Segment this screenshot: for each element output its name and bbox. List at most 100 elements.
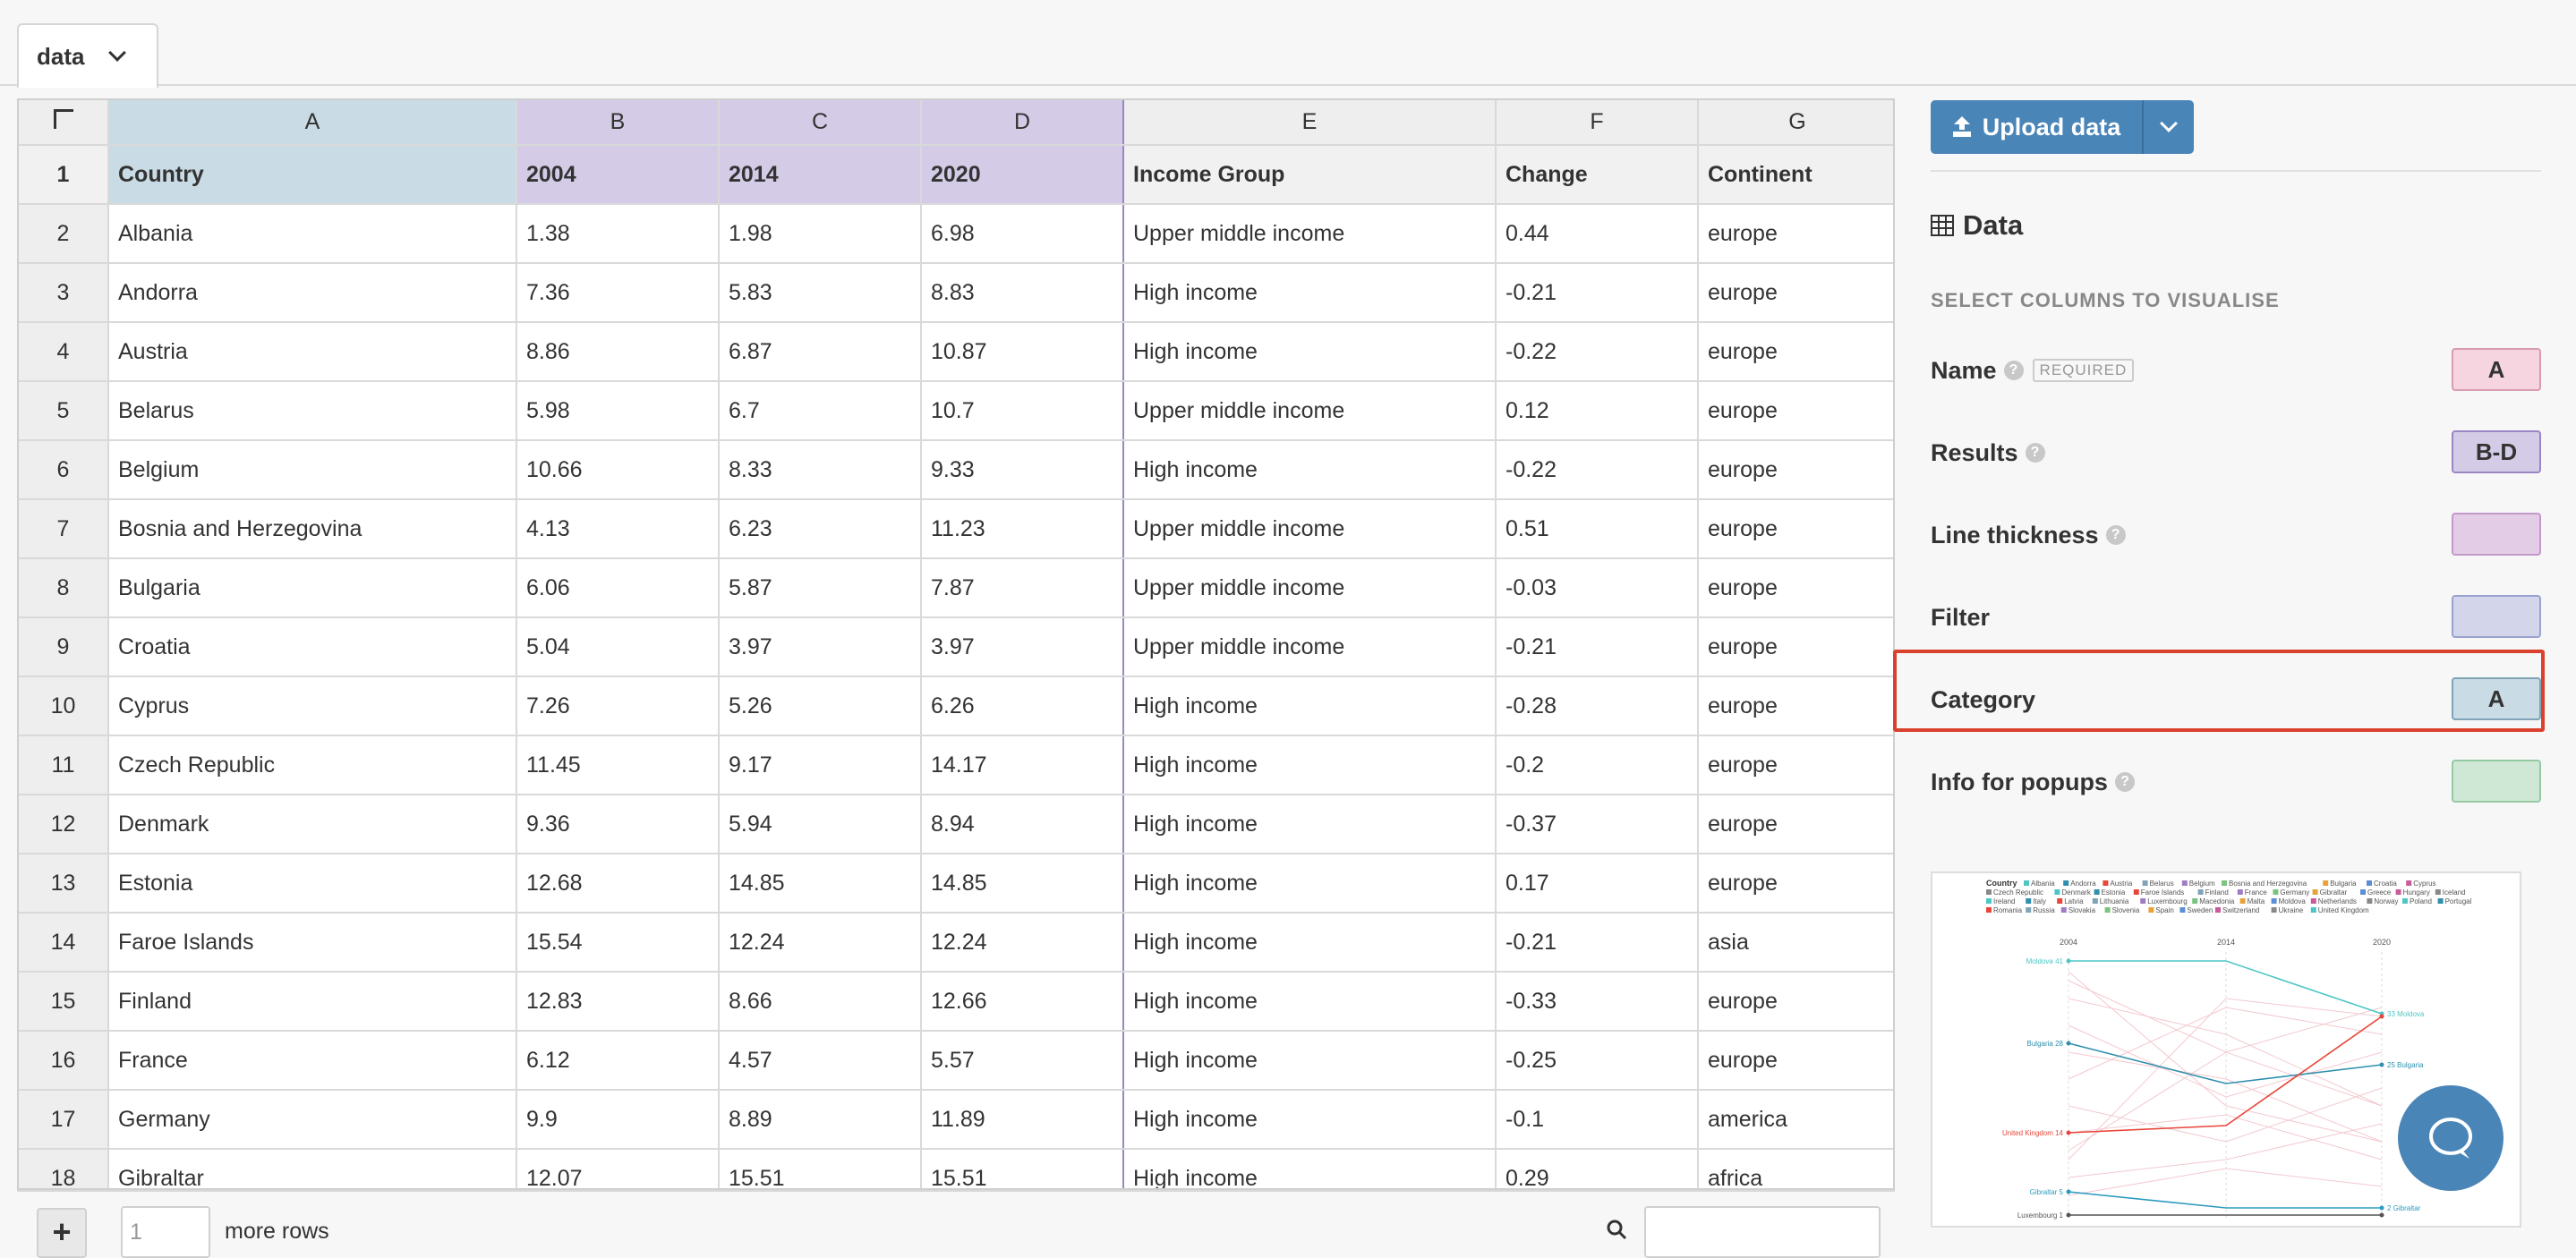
cell-y2020[interactable]: 12.24 [921,913,1124,973]
row-number[interactable]: 5 [19,381,109,441]
cell-y2020[interactable]: 15.51 [921,1149,1124,1188]
cell-change[interactable]: -0.25 [1496,1031,1699,1091]
cell-continent[interactable]: asia [1698,913,1893,973]
cell-y2004[interactable]: 15.54 [516,913,720,973]
cell-income-group[interactable]: High income [1123,854,1497,914]
upload-main[interactable]: Upload data [1931,100,2144,154]
row-number[interactable]: 15 [19,972,109,1032]
cell-income-group[interactable]: High income [1123,735,1497,795]
cell-country[interactable]: Estonia [108,854,517,914]
cell-y2014[interactable]: 9.17 [719,735,922,795]
header-cell-change[interactable]: Change [1496,145,1699,205]
cell-change[interactable]: -0.2 [1496,735,1699,795]
cell-country[interactable]: Bosnia and Herzegovina [108,499,517,559]
cell-y2004[interactable]: 10.66 [516,440,720,500]
header-cell-2020[interactable]: 2020 [921,145,1124,205]
row-number[interactable]: 8 [19,558,109,618]
column-selector[interactable] [2452,595,2541,638]
cell-continent[interactable]: europe [1698,263,1893,323]
cell-change[interactable]: -0.33 [1496,972,1699,1032]
cell-y2020[interactable]: 14.17 [921,735,1124,795]
cell-change[interactable]: -0.22 [1496,322,1699,382]
cell-income-group[interactable]: Upper middle income [1123,617,1497,677]
cell-income-group[interactable]: High income [1123,913,1497,973]
row-number[interactable]: 16 [19,1031,109,1091]
cell-continent[interactable]: europe [1698,1031,1893,1091]
cell-y2014[interactable]: 6.87 [719,322,922,382]
cell-y2014[interactable]: 8.89 [719,1090,922,1150]
cell-y2014[interactable]: 14.85 [719,854,922,914]
cell-continent[interactable]: africa [1698,1149,1893,1188]
cell-continent[interactable]: europe [1698,972,1893,1032]
cell-y2020[interactable]: 3.97 [921,617,1124,677]
cell-y2020[interactable]: 8.83 [921,263,1124,323]
cell-continent[interactable]: europe [1698,204,1893,264]
cell-income-group[interactable]: High income [1123,1149,1497,1188]
cell-continent[interactable]: europe [1698,676,1893,736]
add-rows-button[interactable]: + [37,1208,87,1258]
cell-y2004[interactable]: 12.68 [516,854,720,914]
cell-income-group[interactable]: Upper middle income [1123,381,1497,441]
header-cell-2004[interactable]: 2004 [516,145,720,205]
cell-y2004[interactable]: 12.07 [516,1149,720,1188]
cell-y2004[interactable]: 4.13 [516,499,720,559]
cell-country[interactable]: Belarus [108,381,517,441]
row-number[interactable]: 14 [19,913,109,973]
cell-continent[interactable]: europe [1698,854,1893,914]
cell-y2014[interactable]: 6.7 [719,381,922,441]
cell-y2014[interactable]: 5.94 [719,795,922,854]
cell-y2020[interactable]: 14.85 [921,854,1124,914]
row-number[interactable]: 6 [19,440,109,500]
column-selector[interactable] [2452,760,2541,803]
cell-y2014[interactable]: 8.66 [719,972,922,1032]
cell-country[interactable]: Czech Republic [108,735,517,795]
corner-cell[interactable] [19,100,109,146]
header-cell-2014[interactable]: 2014 [719,145,922,205]
cell-change[interactable]: -0.1 [1496,1090,1699,1150]
cell-y2004[interactable]: 6.06 [516,558,720,618]
cell-income-group[interactable]: High income [1123,1090,1497,1150]
cell-y2020[interactable]: 5.57 [921,1031,1124,1091]
row-number[interactable]: 9 [19,617,109,677]
help-icon[interactable]: ? [2003,361,2024,380]
cell-change[interactable]: -0.21 [1496,617,1699,677]
cell-country[interactable]: Denmark [108,795,517,854]
cell-y2004[interactable]: 5.04 [516,617,720,677]
cell-y2014[interactable]: 4.57 [719,1031,922,1091]
cell-y2004[interactable]: 6.12 [516,1031,720,1091]
row-number[interactable]: 2 [19,204,109,264]
cell-y2004[interactable]: 1.38 [516,204,720,264]
cell-continent[interactable]: europe [1698,735,1893,795]
cell-y2004[interactable]: 9.9 [516,1090,720,1150]
cell-country[interactable]: Cyprus [108,676,517,736]
cell-country[interactable]: Andorra [108,263,517,323]
cell-y2004[interactable]: 7.26 [516,676,720,736]
column-header-a[interactable]: A [108,100,517,146]
cell-y2014[interactable]: 3.97 [719,617,922,677]
header-cell-country[interactable]: Country [108,145,517,205]
column-selector[interactable] [2452,513,2541,556]
tab-data[interactable]: data [17,23,158,88]
cell-y2004[interactable]: 7.36 [516,263,720,323]
cell-country[interactable]: Albania [108,204,517,264]
cell-change[interactable]: 0.29 [1496,1149,1699,1188]
cell-y2004[interactable]: 12.83 [516,972,720,1032]
cell-income-group[interactable]: Upper middle income [1123,204,1497,264]
cell-y2014[interactable]: 1.98 [719,204,922,264]
column-header-g[interactable]: G [1698,100,1893,146]
cell-income-group[interactable]: High income [1123,322,1497,382]
cell-y2020[interactable]: 8.94 [921,795,1124,854]
column-header-c[interactable]: C [719,100,922,146]
cell-y2014[interactable]: 5.83 [719,263,922,323]
cell-change[interactable]: 0.12 [1496,381,1699,441]
cell-income-group[interactable]: Upper middle income [1123,558,1497,618]
cell-continent[interactable]: europe [1698,499,1893,559]
cell-income-group[interactable]: High income [1123,972,1497,1032]
cell-y2020[interactable]: 6.26 [921,676,1124,736]
upload-dropdown-button[interactable] [2144,100,2194,154]
help-icon[interactable]: ? [2105,525,2126,545]
column-header-d[interactable]: D [921,100,1124,146]
cell-country[interactable]: Faroe Islands [108,913,517,973]
row-number[interactable]: 7 [19,499,109,559]
cell-y2014[interactable]: 12.24 [719,913,922,973]
